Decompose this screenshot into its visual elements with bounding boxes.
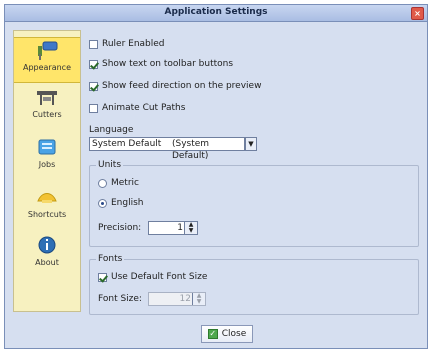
precision-label: Precision: bbox=[98, 223, 142, 233]
sidebar-item-label: Appearance bbox=[22, 63, 72, 72]
animate-cut-paths-checkbox[interactable]: Animate Cut Paths bbox=[89, 101, 185, 115]
info-icon bbox=[38, 236, 56, 254]
fonts-legend: Fonts bbox=[96, 254, 125, 264]
units-group: Units Metric English Precision: 1 ▲ ▼ bbox=[89, 160, 419, 247]
shortcuts-icon bbox=[37, 193, 57, 203]
dialog-footer: ✓ Close bbox=[5, 317, 427, 349]
spinner-arrows-icon[interactable]: ▲ ▼ bbox=[184, 222, 197, 234]
units-english-radio[interactable]: English bbox=[98, 196, 144, 210]
sidebar-item-about[interactable]: About bbox=[14, 233, 80, 277]
checkbox-label: Animate Cut Paths bbox=[102, 103, 186, 113]
settings-sidebar: Appearance Cutters Jobs Shortcuts About bbox=[13, 30, 81, 312]
radio-label: English bbox=[111, 198, 144, 208]
language-select[interactable]: System Default (System Default) bbox=[89, 137, 245, 161]
radio-button[interactable] bbox=[98, 178, 107, 188]
language-dropdown-arrow[interactable]: ▼ bbox=[245, 137, 257, 151]
sidebar-item-label: Shortcuts bbox=[27, 210, 67, 219]
checkmark-icon: ✓ bbox=[207, 329, 218, 339]
sidebar-item-label: Cutters bbox=[32, 110, 62, 119]
close-button-label: Close bbox=[221, 329, 247, 339]
precision-value: 1 bbox=[177, 223, 183, 233]
jobs-icon bbox=[38, 139, 56, 155]
sidebar-item-cutters[interactable]: Cutters bbox=[14, 85, 80, 129]
units-legend: Units bbox=[96, 160, 124, 170]
checkbox-label: Ruler Enabled bbox=[102, 39, 165, 49]
radio-label: Metric bbox=[111, 178, 139, 188]
checkbox-label: Use Default Font Size bbox=[111, 272, 208, 282]
checkbox-box[interactable] bbox=[89, 103, 98, 113]
settings-window: Application Settings × Appearance Cutter… bbox=[4, 4, 428, 349]
use-default-font-checkbox[interactable]: Use Default Font Size bbox=[98, 270, 207, 284]
title-bar: Application Settings × bbox=[5, 5, 427, 22]
language-value: System Default bbox=[92, 139, 162, 149]
show-text-toolbar-checkbox[interactable]: Show text on toolbar buttons bbox=[89, 57, 233, 71]
language-value-detail: (System Default) bbox=[172, 139, 210, 161]
spinner-arrows-icon[interactable]: ▲ ▼ bbox=[192, 293, 205, 305]
show-feed-direction-checkbox[interactable]: Show feed direction on the preview bbox=[89, 79, 261, 93]
precision-spinner[interactable]: 1 ▲ ▼ bbox=[148, 221, 198, 235]
close-window-button[interactable]: × bbox=[411, 7, 424, 20]
units-metric-radio[interactable]: Metric bbox=[98, 176, 139, 190]
close-button[interactable]: ✓ Close bbox=[201, 325, 253, 343]
sidebar-item-label: About bbox=[35, 258, 59, 267]
font-size-label: Font Size: bbox=[98, 294, 142, 304]
ruler-enabled-checkbox[interactable]: Ruler Enabled bbox=[89, 37, 165, 51]
language-label: Language bbox=[89, 125, 134, 135]
checkbox-box[interactable] bbox=[89, 59, 98, 69]
window-title: Application Settings bbox=[164, 7, 268, 17]
checkbox-box[interactable] bbox=[89, 39, 98, 49]
sidebar-item-appearance[interactable]: Appearance bbox=[14, 37, 80, 83]
font-size-value: 12 bbox=[179, 294, 191, 304]
checkbox-label: Show feed direction on the preview bbox=[102, 81, 262, 91]
appearance-panel: Ruler Enabled Show text on toolbar butto… bbox=[85, 27, 425, 317]
font-size-spinner[interactable]: 12 ▲ ▼ bbox=[148, 292, 206, 306]
sidebar-item-label: Jobs bbox=[38, 160, 56, 169]
sidebar-item-jobs[interactable]: Jobs bbox=[14, 135, 80, 179]
radio-button[interactable] bbox=[98, 198, 107, 208]
paint-roller-icon bbox=[38, 41, 58, 60]
checkbox-box[interactable] bbox=[89, 81, 98, 91]
cutter-icon bbox=[37, 91, 57, 105]
sidebar-item-shortcuts[interactable]: Shortcuts bbox=[14, 185, 80, 229]
checkbox-label: Show text on toolbar buttons bbox=[102, 59, 234, 69]
fonts-group: Fonts Use Default Font Size Font Size: 1… bbox=[89, 254, 419, 315]
checkbox-box[interactable] bbox=[98, 272, 107, 282]
